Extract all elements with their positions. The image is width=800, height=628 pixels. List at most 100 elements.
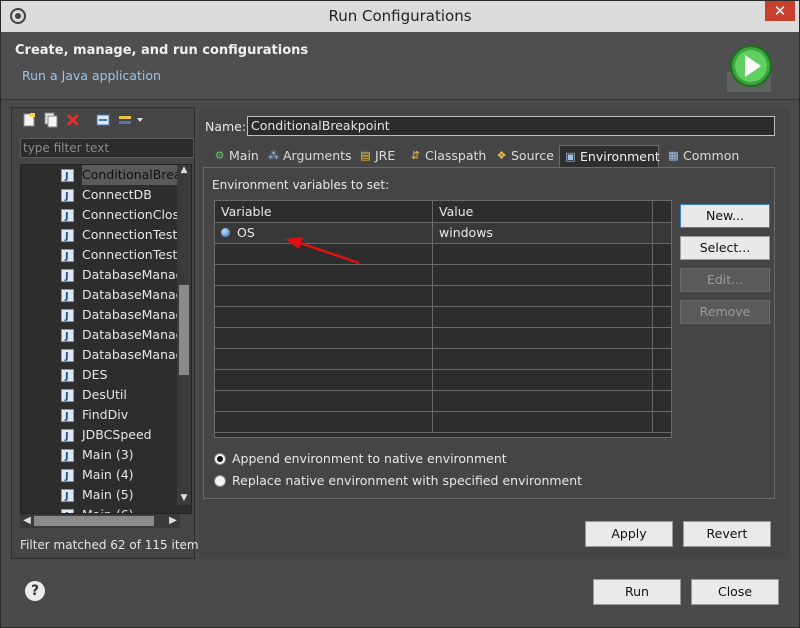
value-cell xyxy=(433,286,653,306)
filler-cell xyxy=(653,370,671,390)
replace-env-radio[interactable] xyxy=(214,475,226,487)
env-new-button[interactable]: New... xyxy=(680,204,770,228)
table-row[interactable]: OS windows xyxy=(215,223,671,244)
environment-tab-content: Environment variables to set: Variable V… xyxy=(203,167,775,499)
revert-button[interactable]: Revert xyxy=(683,521,771,547)
tree-item-label: Main (5) xyxy=(82,487,134,502)
table-row[interactable] xyxy=(215,328,671,349)
table-row[interactable] xyxy=(215,307,671,328)
variable-cell xyxy=(215,286,433,306)
filler-cell xyxy=(653,391,671,411)
tree-item[interactable]: ConnectDB xyxy=(61,185,191,207)
tree-item[interactable]: Main (6) xyxy=(61,505,191,513)
table-row[interactable] xyxy=(215,370,671,391)
tab-jre[interactable]: ▤ JRE xyxy=(355,145,395,167)
variable-cell xyxy=(215,307,433,327)
tree-item[interactable]: ConnectionClose xyxy=(61,205,191,227)
tree-vscroll-thumb[interactable] xyxy=(179,285,189,375)
tree-item-label: DatabaseManager xyxy=(82,307,192,322)
delete-config-button[interactable] xyxy=(64,112,82,130)
column-header-value[interactable]: Value xyxy=(433,201,653,223)
configuration-tree: ConditionalBreakpoint ConnectDB Connection… xyxy=(20,164,192,514)
tree-item[interactable]: DatabaseManager xyxy=(61,265,192,287)
value-cell xyxy=(433,244,653,264)
banner-subtitle: Run a Java application xyxy=(22,68,161,83)
delete-red-x-icon xyxy=(66,113,80,127)
filter-menu-button[interactable] xyxy=(116,112,146,130)
variable-cell xyxy=(215,370,433,390)
variable-cell xyxy=(215,412,433,432)
new-document-icon xyxy=(23,113,35,127)
tree-item-label: DatabaseManager xyxy=(82,267,192,282)
value-cell xyxy=(433,349,653,369)
env-edit-button[interactable]: Edit... xyxy=(680,268,770,292)
name-label: Name: xyxy=(205,119,247,134)
tree-item-label: JDBCSpeed xyxy=(82,427,152,442)
table-row[interactable] xyxy=(215,349,671,370)
append-env-radio[interactable] xyxy=(214,453,226,465)
env-remove-button[interactable]: Remove xyxy=(680,300,770,324)
source-icon: ❖ xyxy=(496,149,507,162)
tab-classpath[interactable]: ⇵ Classpath xyxy=(405,145,486,167)
tab-main[interactable]: ⚙ Main xyxy=(209,145,259,167)
env-variables-label: Environment variables to set: xyxy=(212,178,390,192)
scroll-up-arrow-icon[interactable]: ▲ xyxy=(178,165,190,177)
name-input[interactable]: ConditionalBreakpoint xyxy=(247,116,775,136)
filler-cell xyxy=(653,286,671,306)
scroll-right-arrow-icon[interactable]: ▶ xyxy=(166,514,180,528)
java-app-icon xyxy=(61,327,74,347)
tree-item[interactable]: Main (5) xyxy=(61,485,191,507)
close-button[interactable]: Close xyxy=(691,579,779,605)
tree-item[interactable]: DatabaseManager xyxy=(61,285,192,307)
tab-arguments[interactable]: ⁂ Arguments xyxy=(263,145,352,167)
duplicate-config-button[interactable] xyxy=(42,112,60,130)
tree-vertical-scrollbar[interactable]: ▲ ▼ xyxy=(177,165,191,505)
value-cell xyxy=(433,307,653,327)
tree-item-label: DatabaseManager xyxy=(82,287,192,302)
java-app-icon xyxy=(61,267,74,287)
apply-button[interactable]: Apply xyxy=(585,521,673,547)
help-icon[interactable]: ? xyxy=(25,581,45,601)
tree-horizontal-scrollbar[interactable]: ◀ ▶ xyxy=(20,514,180,528)
table-row[interactable] xyxy=(215,265,671,286)
tree-item[interactable]: ConditionalBreakpoint xyxy=(61,165,191,187)
tree-item[interactable]: DatabaseManager xyxy=(61,305,192,327)
collapse-all-button[interactable] xyxy=(94,112,112,130)
env-variables-table[interactable]: Variable Value OS windows xyxy=(214,200,672,438)
main-icon: ⚙ xyxy=(214,149,225,162)
column-header-variable[interactable]: Variable xyxy=(215,201,433,223)
java-app-icon xyxy=(61,287,74,307)
scroll-down-arrow-icon[interactable]: ▼ xyxy=(178,493,190,505)
tree-item[interactable]: DES xyxy=(61,365,191,387)
window-close-button[interactable]: ✕ xyxy=(765,1,795,21)
scroll-left-arrow-icon[interactable]: ◀ xyxy=(20,514,34,528)
java-app-icon xyxy=(61,407,74,427)
tree-item[interactable]: DatabaseManager xyxy=(61,325,191,347)
filter-input[interactable]: type filter text xyxy=(20,138,194,158)
new-config-button[interactable] xyxy=(20,112,38,130)
tree-item[interactable]: DesUtil xyxy=(61,385,191,407)
tree-hscroll-thumb[interactable] xyxy=(34,516,154,526)
filter-icon xyxy=(119,116,143,124)
tree-item[interactable]: DatabaseManager xyxy=(61,345,191,367)
table-row[interactable] xyxy=(215,286,671,307)
tree-item[interactable]: JDBCSpeed xyxy=(61,425,191,447)
tab-environment[interactable]: ▣ Environment xyxy=(559,145,660,167)
run-button[interactable]: Run xyxy=(593,579,681,605)
tree-item[interactable]: Main (4) xyxy=(61,465,191,487)
filter-status-text: Filter matched 62 of 115 items xyxy=(20,538,205,552)
table-row[interactable] xyxy=(215,412,671,433)
tree-item[interactable]: Main (3) xyxy=(61,445,191,467)
tree-item[interactable]: FindDiv xyxy=(61,405,191,427)
tree-item[interactable]: ConnectionTest xyxy=(61,225,191,247)
append-env-label: Append environment to native environment xyxy=(232,451,507,466)
variable-cell xyxy=(215,265,433,285)
table-row[interactable] xyxy=(215,244,671,265)
title-bar: Run Configurations ✕ xyxy=(1,1,799,32)
table-row[interactable] xyxy=(215,391,671,412)
env-select-button[interactable]: Select... xyxy=(680,236,770,260)
tab-common[interactable]: ▦ Common xyxy=(663,145,739,167)
config-toolbar xyxy=(12,108,194,134)
tree-item[interactable]: ConnectionTest ( xyxy=(61,245,191,267)
tab-source[interactable]: ❖ Source xyxy=(491,145,554,167)
